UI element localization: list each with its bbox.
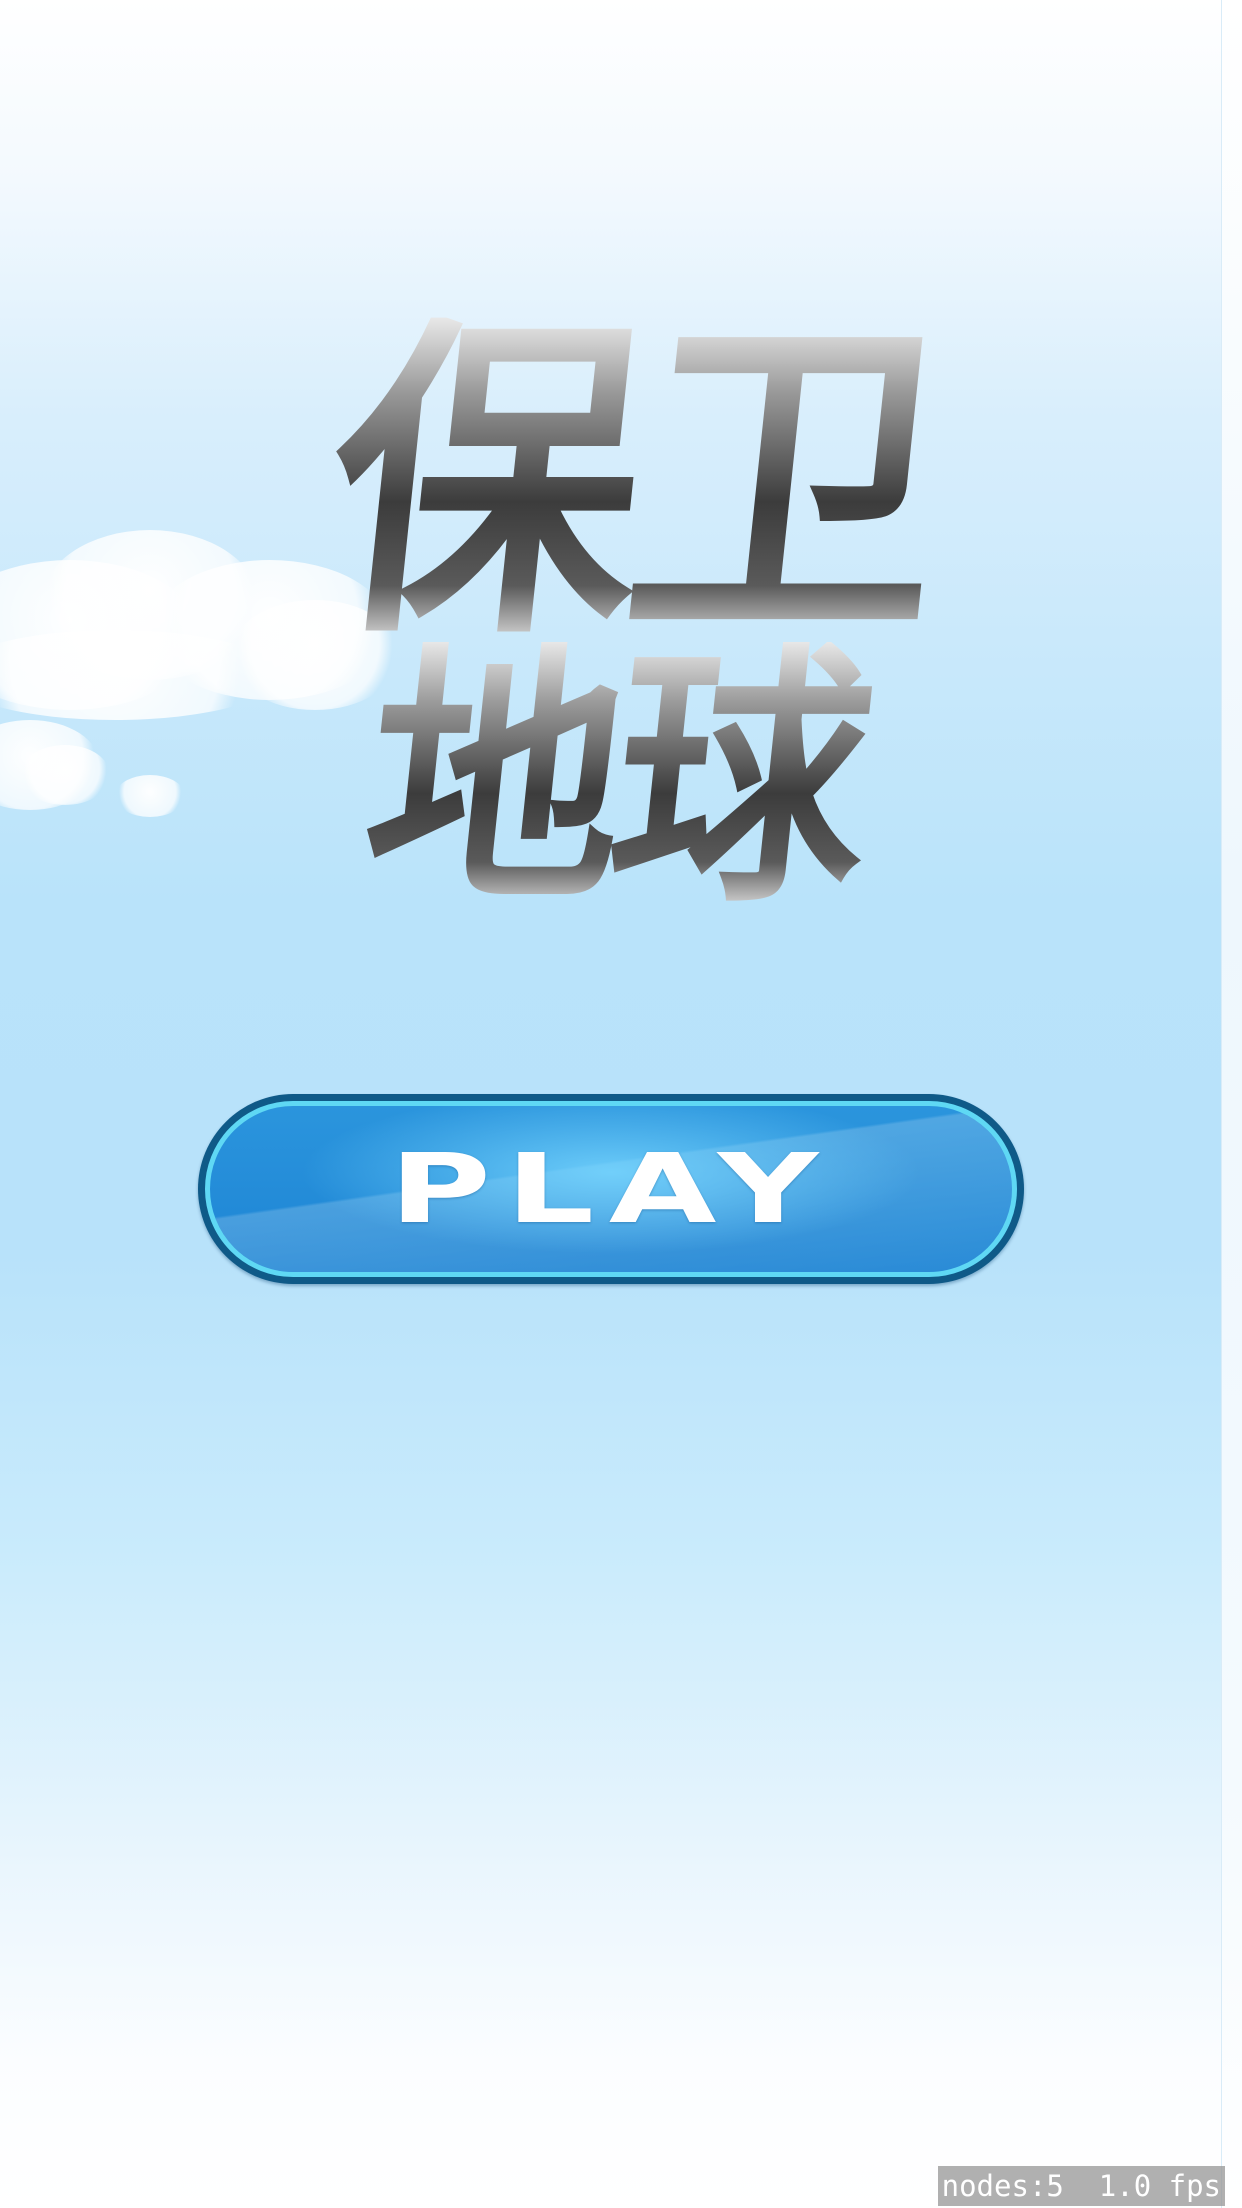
game-title-line-1: 保卫 <box>4 290 1242 680</box>
play-button-label: PLAY <box>389 1133 833 1245</box>
fps-readout: 1.0 fps <box>1098 2169 1221 2203</box>
play-button-ring: PLAY <box>205 1101 1017 1277</box>
game-title-line-2: 地球 <box>0 619 1242 940</box>
node-count: nodes:5 <box>941 2169 1064 2203</box>
debug-stats-overlay: nodes:5 1.0 fps <box>937 2166 1225 2206</box>
game-title: 保卫 地球 <box>0 290 1242 940</box>
game-scene: 保卫 地球 PLAY nodes:5 1.0 fps <box>0 0 1242 2208</box>
play-button[interactable]: PLAY <box>198 1094 1024 1284</box>
